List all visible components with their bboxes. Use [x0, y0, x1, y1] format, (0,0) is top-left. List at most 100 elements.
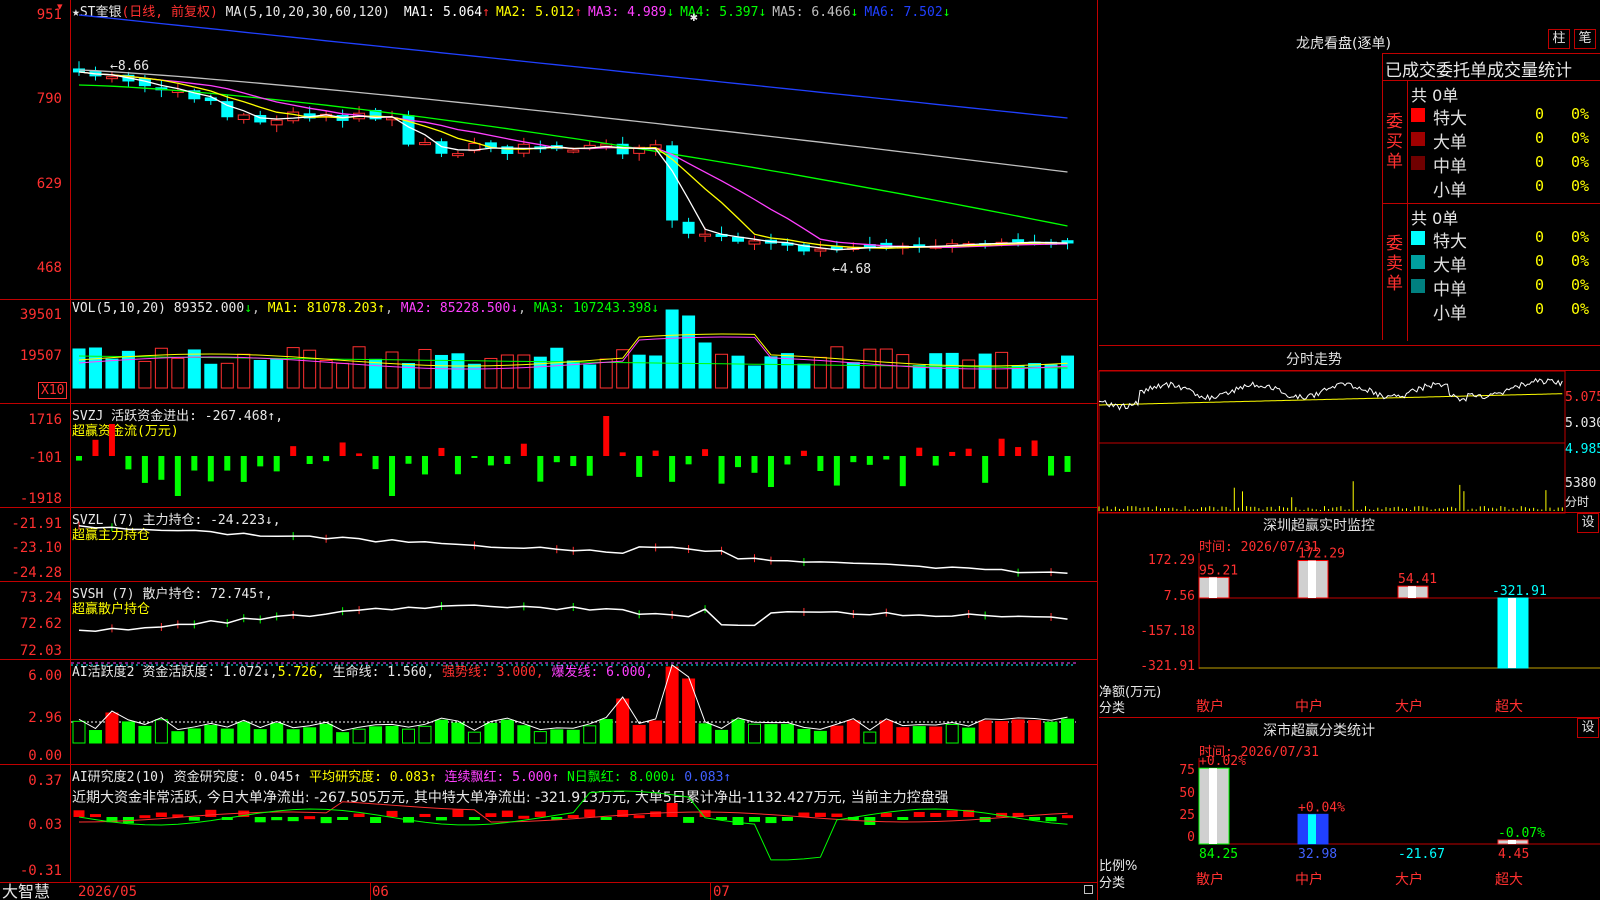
volume-bar — [764, 356, 778, 389]
class-value-4: 4.45 — [1498, 847, 1529, 862]
buy-label-1: 特大 — [1433, 109, 1467, 129]
candle-body — [814, 248, 827, 252]
flow-bar — [767, 456, 774, 487]
activity-bar — [319, 723, 333, 744]
price-chart — [73, 14, 1074, 257]
volume-bar — [962, 359, 976, 389]
candle-body — [699, 233, 712, 237]
activity-bar — [385, 725, 399, 744]
buy-row-3: 中单 0 0% — [1409, 152, 1599, 177]
price-panel[interactable]: ★ST奎银(日线, 前复权) MA(5,10,20,30,60,120) MA1… — [0, 0, 1098, 300]
activity-bar — [467, 731, 481, 744]
volume-bar — [797, 363, 811, 389]
intraday-tick-3: 4.985 — [1565, 442, 1600, 457]
research-bar — [765, 817, 777, 824]
volume-bar — [451, 353, 465, 389]
research-bar — [633, 815, 645, 819]
activity-bar — [336, 732, 350, 744]
monitor-bar-shine-2 — [1308, 560, 1316, 598]
volume-bar — [105, 358, 119, 389]
buy-pct-3: 0% — [1571, 153, 1590, 171]
price-tick-3: 629 — [36, 176, 62, 192]
class-value-2: 32.98 — [1298, 847, 1337, 862]
ai-research-chart — [73, 790, 1074, 861]
research-bar — [650, 811, 662, 817]
activity-bar — [270, 723, 284, 744]
tick-mode-button[interactable]: 笔 — [1574, 29, 1596, 49]
flow-bar — [471, 456, 478, 458]
chart-area[interactable]: ★ST奎银(日线, 前复权) MA(5,10,20,30,60,120) MA1… — [0, 0, 1098, 900]
volume-bar — [1061, 355, 1075, 389]
volume-bar — [187, 349, 201, 389]
class-section[interactable]: 深市超赢分类统计 设 时间: 2026/07/31 75 50 25 0 比例% 分类… — [1099, 718, 1600, 900]
flow-bar — [1031, 440, 1038, 456]
intraday-price-line — [1098, 377, 1563, 411]
menu-corner-icon[interactable]: ▾ — [57, 0, 63, 13]
research-bar — [89, 814, 101, 818]
buy-swatch-1 — [1411, 108, 1425, 122]
flow-bar — [240, 456, 247, 482]
svsh-tick-2: 72.62 — [19, 616, 62, 632]
flow-bar — [158, 456, 165, 480]
research-bar — [584, 809, 596, 817]
research-bar — [946, 810, 958, 817]
svzj-panel[interactable]: SVZJ 活跃资金进出: -267.468↑, 超赢资金流(万元) 1716 -… — [0, 404, 1098, 508]
volume-bar — [270, 359, 284, 389]
volume-bar — [731, 355, 745, 389]
date-axis: 大智慧 2026/05 06 07 — [0, 882, 1098, 900]
svsh-tick-1: 73.24 — [19, 590, 62, 606]
research-bar — [518, 815, 530, 819]
bar-mode-button[interactable]: 柱 — [1548, 29, 1570, 49]
activity-bar — [780, 723, 794, 744]
volume-bar — [682, 315, 696, 389]
monitor-cat-1: 散户 — [1196, 698, 1224, 715]
flow-bar — [603, 416, 610, 456]
class-bar-shine-2 — [1308, 814, 1316, 844]
vol-tick-1: 39501 — [19, 307, 62, 323]
ai-research-panel[interactable]: AI研究度2(10) 资金研究度: 0.045↑ 平均研究度: 0.083↑ 连… — [0, 765, 1098, 882]
research-bar — [897, 817, 909, 820]
flow-bar — [570, 456, 577, 467]
activity-bar — [945, 723, 959, 744]
research-bar — [254, 817, 266, 823]
ai-active-panel[interactable]: AI活跃度2 资金活跃度: 1.072↓,5.726, 生命线: 1.560, … — [0, 660, 1098, 765]
svzj-tick-2: -101 — [28, 450, 62, 466]
sell-count-2: 0 — [1535, 252, 1545, 270]
sell-pct-1: 0% — [1571, 228, 1590, 246]
ai-active-chart — [71, 662, 1076, 744]
svzl-panel[interactable]: SVZL (7) 主力持仓: -24.223↓, 超赢主力持仓 -21.91 -… — [0, 508, 1098, 582]
flow-bar — [504, 456, 511, 464]
flow-bar — [619, 452, 626, 456]
flow-bar — [290, 446, 297, 456]
activity-bar — [566, 729, 580, 744]
volume-panel[interactable]: VOL(5,10,20) 89352.000↓, MA1: 81078.203↑… — [0, 300, 1098, 404]
sell-swatch-3 — [1411, 279, 1425, 293]
sell-row-1: 特大 0 0% — [1409, 227, 1599, 252]
candle-body — [567, 149, 580, 153]
activity-bar — [484, 722, 498, 744]
volume-bar — [352, 346, 366, 389]
intraday-section[interactable]: 分时走势 5.075 5.030 4.985 5380 分时 — [1098, 346, 1600, 514]
flow-bar — [998, 438, 1005, 456]
research-bar — [814, 812, 826, 817]
research-bar — [139, 815, 151, 819]
flow-bar — [405, 456, 412, 464]
volume-bar — [88, 347, 102, 389]
flow-bar — [932, 456, 939, 466]
volume-bar — [517, 354, 531, 389]
research-bar — [73, 810, 85, 817]
volume-bar — [665, 309, 679, 389]
date-label-may: 2026/05 — [78, 884, 138, 900]
activity-bar — [1044, 721, 1058, 744]
activity-bar — [747, 723, 761, 744]
volume-bar — [500, 354, 514, 389]
svsh-panel[interactable]: SVSH (7) 散户持仓: 72.745↑, 超赢散户持仓 73.24 72.… — [0, 582, 1098, 660]
activity-bar — [616, 698, 630, 744]
activity-bar — [632, 724, 646, 744]
research-bar — [386, 810, 398, 817]
lock-icon[interactable] — [1084, 885, 1093, 894]
monitor-section[interactable]: 深圳超赢实时监控 设 时间: 2026/07/31 172.29 7.56 -157… — [1099, 513, 1600, 718]
research-bar — [501, 810, 513, 817]
flow-bar — [339, 442, 346, 456]
ai-active-tick-3: 0.00 — [28, 748, 62, 764]
